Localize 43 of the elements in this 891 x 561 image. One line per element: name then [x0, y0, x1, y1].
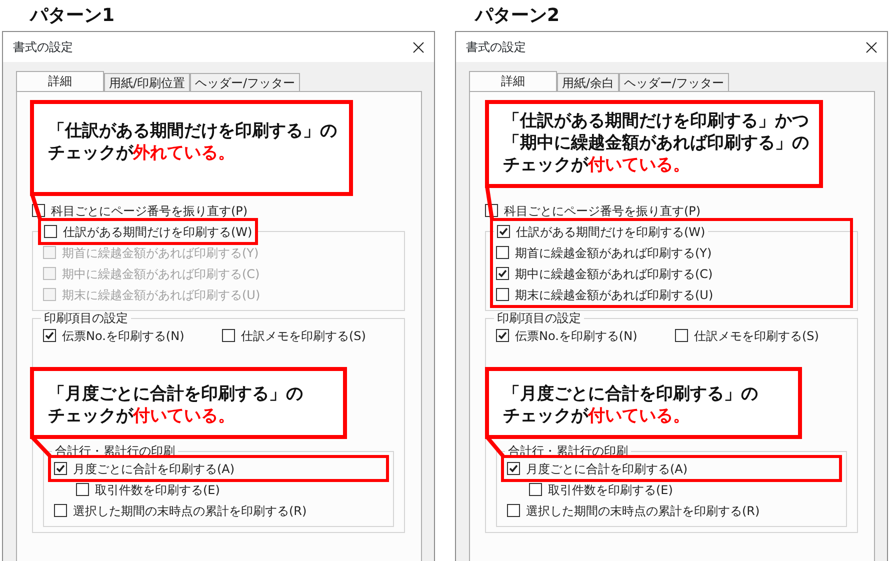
checkbox-option[interactable]: 期末に繰越金額があれば印刷する(U)	[496, 284, 847, 305]
tab[interactable]: 用紙/余白	[557, 73, 620, 91]
callout-note: 「仕訳がある期間だけを印刷する」かつ 「期中に繰越金額があれば印刷する」の チェックが付いている。	[485, 100, 823, 188]
tab[interactable]: 詳細	[469, 71, 557, 91]
window-title: 書式の設定	[13, 39, 73, 56]
checkbox-option[interactable]: 期首に繰越金額があれば印刷する(Y)	[496, 242, 847, 263]
section-heading: パターン2	[474, 4, 561, 28]
check-icon	[498, 269, 507, 278]
window-title: 書式の設定	[466, 39, 526, 56]
checkbox-option[interactable]: 期中に繰越金額があれば印刷する(C)	[496, 263, 847, 284]
group-title: 印刷項目の設定	[496, 311, 582, 325]
close-icon[interactable]	[866, 42, 877, 52]
callout-note: 「仕訳がある期間だけを印刷する」の チェックが外れている。	[30, 100, 353, 196]
checkbox-option[interactable]: 仕訳がある期間だけを印刷する(W)	[497, 221, 706, 242]
checkbox-option[interactable]: 科目ごとにページ番号を振り直す(P)	[485, 200, 858, 221]
checkbox-option[interactable]: 月度ごとに合計を印刷する(A)	[507, 458, 836, 479]
check-icon	[45, 331, 54, 340]
leader-line	[485, 186, 494, 220]
checkbox-option[interactable]: 月度ごとに合計を印刷する(A)	[54, 458, 383, 479]
checkbox-option[interactable]: 選択した期間の末時点の累計を印刷する(R)	[54, 500, 383, 521]
group-title: 印刷項目の設定	[43, 311, 129, 325]
tab[interactable]: 詳細	[16, 71, 104, 91]
check-icon	[56, 464, 65, 473]
callout-note: 「月度ごとに合計を印刷する」の チェックが付いている。	[30, 367, 347, 439]
check-icon	[498, 331, 507, 340]
checkbox-option[interactable]: 取引件数を印刷する(E)	[507, 479, 836, 500]
leader-line	[30, 193, 42, 220]
checkbox-option[interactable]: 選択した期間の末時点の累計を印刷する(R)	[507, 500, 836, 521]
tab[interactable]: ヘッダー/フッター	[619, 73, 730, 91]
checkbox-option[interactable]: 科目ごとにページ番号を振り直す(P)	[32, 200, 405, 221]
section-heading: パターン1	[28, 4, 116, 28]
checkbox-option[interactable]: 伝票No.を印刷する(N)	[43, 325, 222, 346]
checkbox-option[interactable]: 仕訳メモを印刷する(S)	[222, 325, 366, 346]
close-icon[interactable]	[413, 42, 424, 52]
checkbox-option[interactable]: 伝票No.を印刷する(N)	[496, 325, 675, 346]
tab[interactable]: 用紙/印刷位置	[104, 73, 190, 91]
check-icon	[509, 464, 518, 473]
checkbox-option[interactable]: 仕訳メモを印刷する(S)	[675, 325, 819, 346]
callout-note: 「月度ごとに合計を印刷する」の チェックが付いている。	[485, 367, 802, 439]
check-icon	[499, 227, 508, 236]
checkbox-option[interactable]: 仕訳がある期間だけを印刷する(W)	[44, 221, 252, 242]
tab[interactable]: ヘッダー/フッター	[190, 73, 300, 91]
checkbox-option[interactable]: 取引件数を印刷する(E)	[54, 479, 383, 500]
